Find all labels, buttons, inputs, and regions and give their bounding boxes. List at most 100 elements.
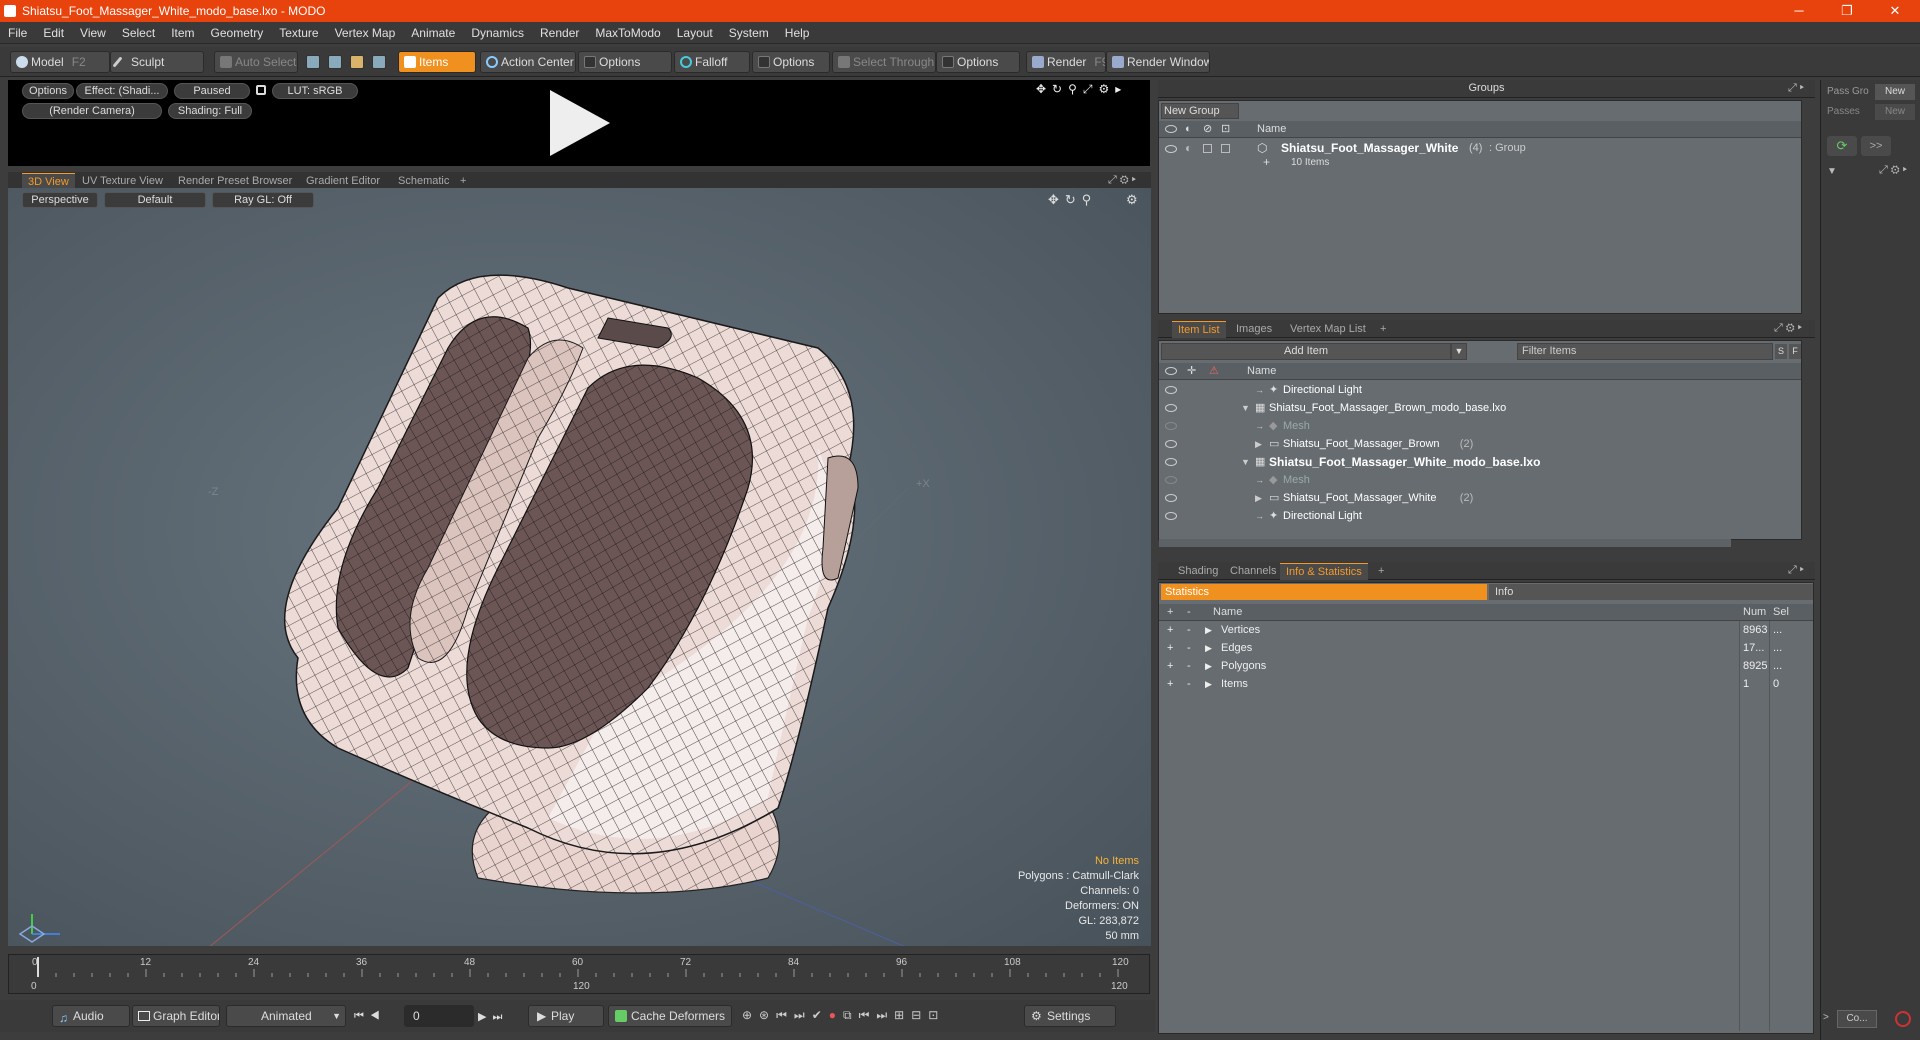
render-window-button[interactable]: Render Window — [1106, 51, 1210, 73]
statistics-tab[interactable]: Statistics — [1161, 584, 1487, 600]
filter-f-button[interactable]: F — [1789, 344, 1801, 359]
polygon-mode-icon[interactable] — [350, 55, 364, 69]
paused-button[interactable]: Paused — [174, 83, 250, 99]
menu-layout[interactable]: Layout — [669, 22, 721, 44]
visibility-eye-icon[interactable] — [1165, 440, 1177, 448]
menu-file[interactable]: File — [0, 22, 35, 44]
lock-toggle-icon[interactable] — [1203, 144, 1212, 153]
menu-maxtomodo[interactable]: MaxToModo — [587, 22, 668, 44]
filter-s-button[interactable]: S — [1775, 344, 1787, 359]
visibility-eye-icon[interactable] — [1165, 404, 1177, 412]
frame-step-back-icons[interactable]: ⏮◀ — [354, 1010, 386, 1023]
frame-input[interactable]: 0 — [404, 1005, 474, 1027]
play-button[interactable]: ▶ Play — [528, 1005, 604, 1027]
stats-row[interactable]: + - ▶ Vertices 8963... — [1159, 621, 1813, 639]
audio-button[interactable]: ♫ Audio — [52, 1005, 130, 1027]
animated-dropdown[interactable]: Animated ▼ — [226, 1005, 346, 1027]
new-pass-button[interactable]: New — [1875, 104, 1915, 120]
filter-items-input[interactable]: Filter Items — [1517, 343, 1773, 360]
child-arrow-icon[interactable]: → — [1255, 507, 1264, 525]
item-list-row[interactable]: ▶ ▭ Shiatsu_Foot_Massager_Brown (2) — [1159, 435, 1801, 453]
menu-geometry[interactable]: Geometry — [203, 22, 272, 44]
menu-dynamics[interactable]: Dynamics — [463, 22, 532, 44]
menu-select[interactable]: Select — [114, 22, 163, 44]
visibility-eye-icon[interactable] — [1165, 145, 1177, 153]
visibility-eye-icon[interactable] — [1165, 476, 1177, 484]
expand-right-icon[interactable]: ▶ — [1255, 489, 1262, 507]
item-list-row[interactable]: ▼ ▦ Shiatsu_Foot_Massager_Brown_modo_base.… — [1159, 399, 1801, 417]
items-mode-button[interactable]: Items — [398, 51, 476, 73]
collapse-minus-icon[interactable]: - — [1187, 675, 1191, 693]
visibility-eye-icon[interactable] — [1165, 494, 1177, 502]
add-tab-button[interactable]: + — [1372, 563, 1390, 580]
expand-right-icon[interactable]: ▶ — [1255, 435, 1262, 453]
material-mode-icon[interactable] — [372, 55, 386, 69]
item-list-row[interactable]: → ◆ Mesh — [1159, 471, 1801, 489]
menu-view[interactable]: View — [72, 22, 114, 44]
expand-right-icon[interactable]: ▶ — [1205, 657, 1212, 675]
tab-item-list[interactable]: Item List — [1172, 321, 1226, 338]
action-center-options-button[interactable]: Options — [578, 51, 672, 73]
expand-plus-icon[interactable]: + — [1263, 155, 1270, 169]
expand-right-icon[interactable]: ▶ — [1205, 675, 1212, 693]
select-column-icon[interactable]: ⊡ — [1221, 121, 1230, 137]
close-button[interactable]: ✕ — [1872, 0, 1918, 22]
preview-options-button[interactable]: Options — [22, 83, 74, 99]
new-group-button[interactable]: New Group — [1161, 103, 1239, 119]
child-arrow-icon[interactable]: → — [1255, 471, 1264, 489]
item-list-row[interactable]: → ◆ Mesh — [1159, 417, 1801, 435]
lock-column-icon[interactable]: ⊘ — [1203, 121, 1212, 137]
refresh-icon[interactable]: ⟳ — [1827, 136, 1857, 156]
item-list-row[interactable]: ▶ ▭ Shiatsu_Foot_Massager_White (2) — [1159, 489, 1801, 507]
action-center-button[interactable]: Action Center — [480, 51, 576, 73]
sculpt-button[interactable]: Sculpt — [110, 51, 204, 73]
item-list-hscrollbar[interactable] — [1159, 539, 1731, 547]
select-through-options-button[interactable]: Options — [936, 51, 1020, 73]
stats-panel-controls-icon[interactable]: ⤢▸ — [1788, 564, 1807, 577]
collapse-all-icon[interactable]: - — [1187, 604, 1191, 620]
lut-dropdown[interactable]: LUT: sRGB — [272, 83, 358, 99]
child-arrow-icon[interactable]: → — [1255, 417, 1264, 435]
add-item-dropdown[interactable]: Add Item — [1161, 343, 1451, 360]
groups-panel-controls-icon[interactable]: ⤢▸ — [1788, 82, 1807, 95]
3d-viewport[interactable]: Perspective Default Ray GL: Off ✥↻⚲ ⚙ -Z… — [8, 188, 1151, 946]
expand-down-icon[interactable]: ▼ — [1241, 399, 1250, 417]
item-list-row[interactable]: → ✦ Directional Light — [1159, 381, 1801, 399]
stats-row[interactable]: + - ▶ Items 1 0 — [1159, 675, 1813, 693]
effect-dropdown[interactable]: Effect: (Shadi... — [76, 83, 168, 99]
expand-right-icon[interactable]: ▶ — [1205, 621, 1212, 639]
visibility-eye-icon[interactable] — [1165, 512, 1177, 520]
select-through-button[interactable]: Select Through — [832, 51, 936, 73]
expand-plus-icon[interactable]: + — [1167, 657, 1173, 675]
visibility-eye-icon[interactable] — [1165, 422, 1177, 430]
tab-info-statistics[interactable]: Info & Statistics — [1280, 563, 1368, 580]
tab-vertex-map-list[interactable]: Vertex Map List — [1284, 321, 1372, 338]
menu-system[interactable]: System — [721, 22, 777, 44]
lock-icon[interactable] — [256, 85, 266, 95]
cache-deformers-button[interactable]: Cache Deformers — [608, 1005, 732, 1027]
chevron-right-icon[interactable]: > — [1823, 1012, 1829, 1023]
expand-plus-icon[interactable]: + — [1167, 621, 1173, 639]
edge-mode-icon[interactable] — [328, 55, 342, 69]
settings-button[interactable]: ⚙ Settings — [1024, 1005, 1116, 1027]
expand-right-icon[interactable]: ▶ — [1205, 639, 1212, 657]
collapse-minus-icon[interactable]: - — [1187, 621, 1191, 639]
menu-item[interactable]: Item — [163, 22, 202, 44]
menu-help[interactable]: Help — [777, 22, 818, 44]
collapse-minus-icon[interactable]: - — [1187, 657, 1191, 675]
menu-render[interactable]: Render — [532, 22, 587, 44]
view-tab-controls-icon[interactable]: ⤢⚙▸ — [1108, 174, 1139, 187]
minimize-button[interactable]: ─ — [1776, 0, 1822, 22]
render-toggle-icon[interactable]: ◐ — [1185, 121, 1192, 137]
timeline[interactable]: 0 12 24 36 48 60 72 84 96 108 120 0 120 120 — [8, 954, 1150, 994]
menu-edit[interactable]: Edit — [35, 22, 72, 44]
falloff-button[interactable]: Falloff — [674, 51, 750, 73]
far-right-panel-controls-icon[interactable]: ⤢⚙▸ — [1879, 164, 1910, 177]
menu-vertex-map[interactable]: Vertex Map — [327, 22, 404, 44]
expand-plus-icon[interactable]: + — [1167, 675, 1173, 693]
expand-plus-icon[interactable]: + — [1167, 639, 1173, 657]
expand-down-icon[interactable]: ▼ — [1241, 453, 1250, 471]
item-list-panel-controls-icon[interactable]: ⤢⚙▸ — [1774, 322, 1805, 335]
lock-column-icon[interactable]: ✛ — [1187, 363, 1196, 379]
render-column-icon[interactable]: ⚠ — [1209, 363, 1219, 379]
